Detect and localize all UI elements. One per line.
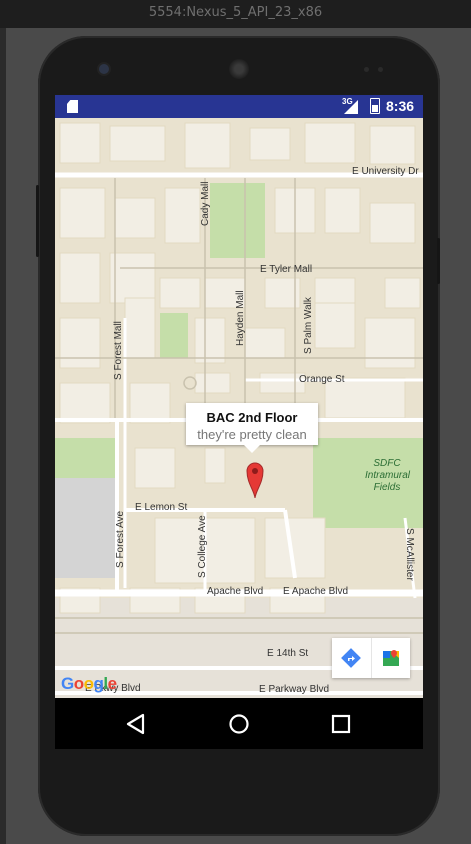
street-label-s-mcallister: S McAllister: [404, 528, 415, 581]
google-logo-letter: e: [107, 674, 117, 693]
street-label-e-14th-st: E 14th St: [267, 648, 309, 659]
network-type-label: 3G: [342, 97, 353, 106]
google-logo-letter: o: [83, 674, 94, 693]
directions-icon: [341, 648, 361, 668]
earpiece-speaker: [229, 59, 249, 79]
map-view[interactable]: E University Dr Cady Mall E Tyler Mall S…: [55, 118, 423, 698]
street-label-orange-st: Orange St: [299, 374, 345, 385]
street-label-s-forest-mall: S Forest Mall: [113, 321, 124, 380]
street-label-e-lemon-st: E Lemon St: [135, 502, 188, 513]
sd-card-icon: [67, 100, 78, 113]
volume-button[interactable]: [36, 185, 39, 257]
marker-info-window[interactable]: BAC 2nd Floor they're pretty clean: [186, 403, 318, 453]
google-maps-icon: [383, 650, 399, 666]
street-label-e-tyler-mall: E Tyler Mall: [260, 264, 313, 275]
google-logo-letter: o: [73, 674, 84, 693]
light-sensor: [378, 67, 383, 72]
emulator-title-bar: 5554:Nexus_5_API_23_x86: [0, 0, 471, 28]
info-window-snippet: they're pretty clean: [197, 427, 307, 442]
google-logo-letter: g: [93, 674, 104, 693]
directions-button[interactable]: [332, 638, 371, 678]
google-logo: Google: [61, 674, 117, 694]
street-label-apache-blvd: Apache Blvd: [207, 586, 264, 597]
device-screen: 3G 8:36 E University Dr Cady Mall E Tyle…: [55, 95, 423, 749]
open-in-maps-button[interactable]: [371, 638, 411, 678]
home-button[interactable]: [226, 711, 252, 737]
map-marker-icon[interactable]: [245, 459, 265, 499]
street-label-e-apache-blvd: E Apache Blvd: [283, 586, 349, 597]
power-button[interactable]: [437, 238, 440, 284]
street-label-s-palm-walk: S Palm Walk: [303, 297, 314, 354]
status-bar: 3G 8:36: [55, 95, 423, 118]
street-label-cady-mall: Cady Mall: [200, 181, 211, 226]
front-camera: [99, 64, 109, 74]
info-window-title: BAC 2nd Floor: [206, 410, 298, 425]
street-label-e-university-dr: E University Dr: [352, 166, 419, 177]
street-label-e-parkway-blvd: E Parkway Blvd: [259, 684, 330, 695]
map-toolbar: [332, 638, 410, 678]
field-label-sdfc: SDFC Intramural Fields: [365, 458, 411, 493]
proximity-sensor: [364, 67, 369, 72]
street-label-s-forest-ave: S Forest Ave: [115, 510, 126, 568]
status-clock: 8:36: [386, 98, 415, 114]
google-logo-letter: G: [61, 674, 74, 693]
back-button[interactable]: [123, 711, 149, 737]
battery-icon: [370, 98, 380, 114]
recent-apps-button[interactable]: [328, 711, 354, 737]
navigation-bar: [55, 698, 423, 749]
street-label-s-college-ave: S College Ave: [197, 515, 208, 578]
street-label-hayden-mall: Hayden Mall: [235, 290, 246, 346]
